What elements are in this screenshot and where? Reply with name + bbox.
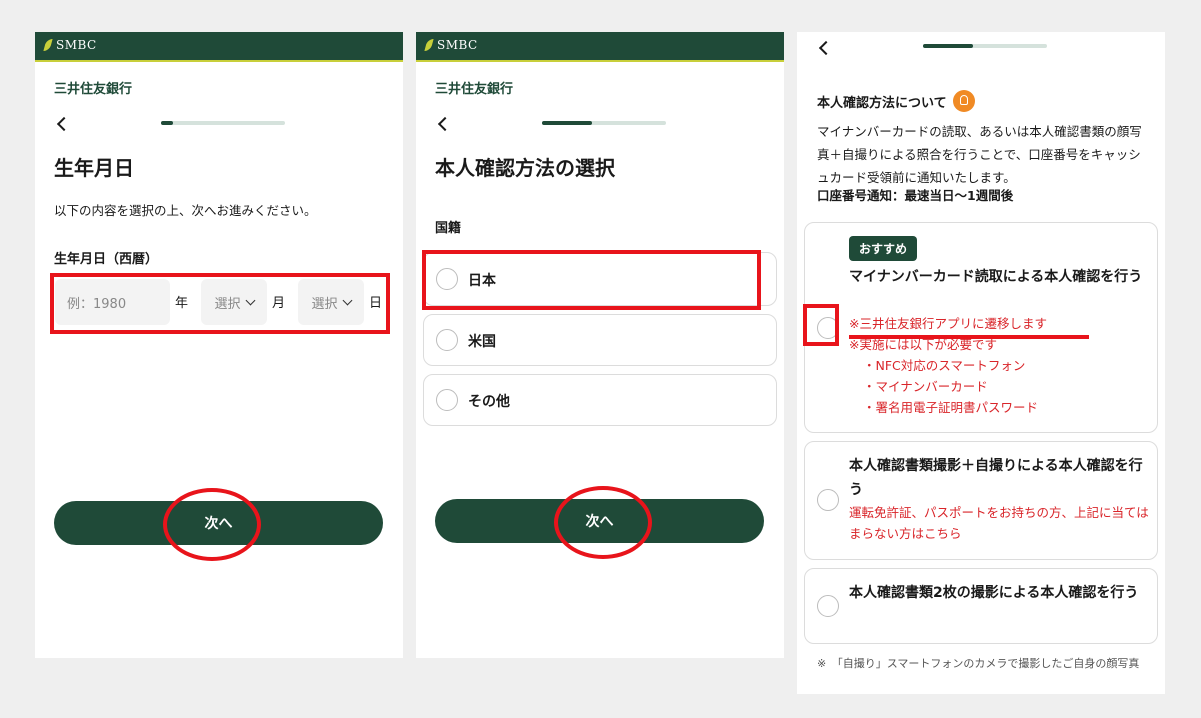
month-unit: 月 — [272, 296, 286, 311]
note-line: ・NFC対応のスマートフォン — [863, 358, 1026, 373]
next-button[interactable]: 次へ — [54, 501, 383, 545]
option-title: マイナンバーカード読取による本人確認を行う — [849, 269, 1143, 285]
progress-fill — [542, 121, 592, 125]
progress-fill — [923, 44, 973, 48]
nationality-label: 国籍 — [435, 221, 462, 236]
year-input[interactable]: 例：1980 — [55, 279, 170, 325]
month-select-value: 選択 — [214, 296, 241, 312]
progress-bar — [923, 44, 1047, 48]
note-line: ・署名用電子証明書パスワード — [863, 400, 1039, 415]
option-label: 米国 — [468, 334, 496, 350]
bank-name: 三井住友銀行 — [435, 82, 514, 97]
progress-fill — [161, 121, 174, 125]
day-select-value: 選択 — [311, 296, 338, 312]
birthdate-screen: SMBC 三井住友銀行 生年月日 以下の内容を選択の上、次へお進みください。 生… — [35, 32, 403, 658]
recommended-badge: おすすめ — [849, 236, 918, 261]
next-button[interactable]: 次へ — [435, 499, 764, 543]
lightbulb-icon — [952, 90, 975, 112]
section-heading: 本人確認方法について — [817, 90, 975, 112]
back-icon[interactable] — [818, 40, 834, 56]
option-document-selfie[interactable]: 本人確認書類撮影＋自撮りによる本人確認を行う 運転免許証、パスポートをお持ちの方… — [804, 441, 1158, 560]
option-title: 本人確認書類2枚の撮影による本人確認を行う — [849, 585, 1139, 601]
leaf-icon — [424, 39, 434, 51]
option-mynumber-card[interactable]: おすすめ マイナンバーカード読取による本人確認を行う ※三井住友銀行アプリに遷移… — [804, 222, 1158, 433]
instruction-text: 以下の内容を選択の上、次へお進みください。 — [54, 203, 317, 218]
chevron-down-icon — [342, 295, 352, 305]
page-title: 本人確認方法の選択 — [435, 156, 615, 180]
option-notes: ※三井住友銀行アプリに遷移します ※実施には以下が必要です ・NFC対応のスマー… — [849, 313, 1047, 418]
year-unit: 年 — [175, 296, 189, 311]
option-two-documents[interactable]: 本人確認書類2枚の撮影による本人確認を行う — [804, 568, 1158, 644]
option-label: その他 — [468, 394, 510, 410]
day-select[interactable]: 選択 — [298, 279, 364, 325]
bank-name: 三井住友銀行 — [54, 82, 133, 97]
chevron-down-icon — [245, 295, 255, 305]
footnote-text: ※ 「自撮り」スマートフォンのカメラで撮影したご自身の顔写真 — [817, 657, 1140, 670]
brand-bar: SMBC — [416, 32, 784, 62]
option-other[interactable]: その他 — [423, 374, 777, 426]
option-japan[interactable]: 日本 — [423, 252, 777, 306]
note-line: ※実施には以下が必要です — [849, 337, 997, 352]
radio-button[interactable] — [817, 489, 839, 511]
option-usa[interactable]: 米国 — [423, 314, 777, 366]
option-label: 日本 — [468, 273, 496, 289]
back-icon[interactable] — [56, 116, 72, 132]
option-notes: 運転免許証、パスポートをお持ちの方、上記に当てはまらない方はこちら — [849, 502, 1151, 544]
progress-bar — [542, 121, 666, 125]
radio-button[interactable] — [817, 595, 839, 617]
note-line: ※三井住友銀行アプリに遷移します — [849, 316, 1047, 331]
brand-bar: SMBC — [35, 32, 403, 62]
month-select[interactable]: 選択 — [201, 279, 267, 325]
radio-button[interactable] — [436, 329, 458, 351]
option-title: 本人確認書類撮影＋自撮りによる本人確認を行う — [849, 458, 1143, 498]
note-line: ・マイナンバーカード — [863, 379, 988, 394]
id-method-details-screen: 本人確認方法について マイナンバーカードの読取、あるいは本人確認書類の顔写真＋自… — [797, 32, 1165, 694]
radio-button[interactable] — [436, 389, 458, 411]
radio-button[interactable] — [817, 317, 839, 339]
day-unit: 日 — [369, 296, 383, 311]
back-icon[interactable] — [437, 116, 453, 132]
progress-bar — [161, 121, 285, 125]
smbc-logo: SMBC — [43, 38, 97, 52]
notice-text: 口座番号通知：最速当日〜1週間後 — [817, 188, 1014, 203]
description-text: マイナンバーカードの読取、あるいは本人確認書類の顔写真＋自撮りによる照合を行うこ… — [817, 124, 1142, 185]
id-method-screen: SMBC 三井住友銀行 本人確認方法の選択 国籍 日本 米国 その他 次へ — [416, 32, 784, 658]
radio-button[interactable] — [436, 268, 458, 290]
page-title: 生年月日 — [54, 156, 134, 180]
leaf-icon — [43, 39, 53, 51]
smbc-logo: SMBC — [424, 38, 478, 52]
birthdate-label: 生年月日（西暦） — [54, 252, 159, 267]
note-line: 運転免許証、パスポートをお持ちの方、上記に当てはまらない方はこちら — [849, 505, 1149, 541]
